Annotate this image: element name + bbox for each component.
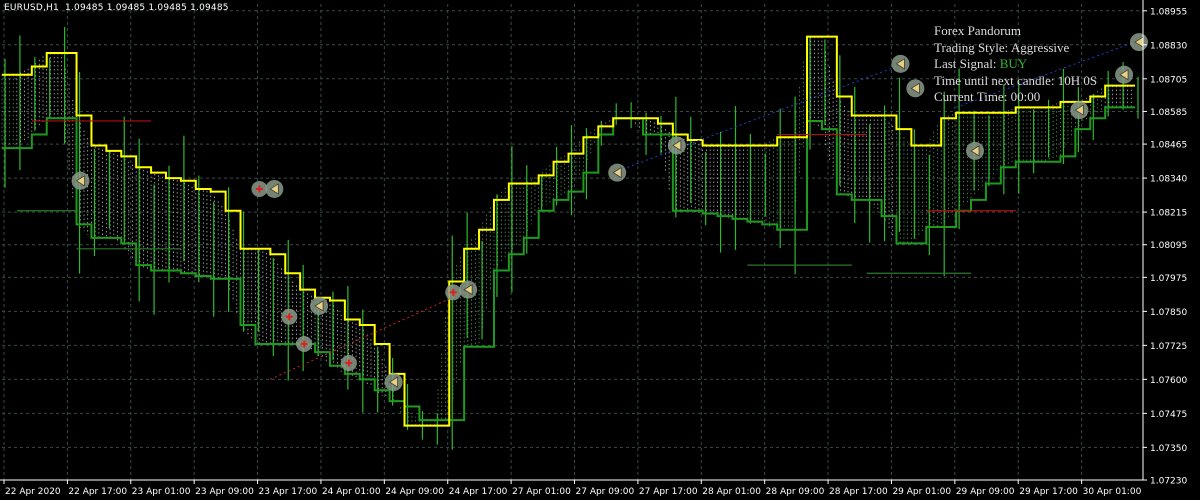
buy-arrow-marker	[459, 280, 478, 299]
sell-markers	[251, 180, 462, 372]
time-tick-label: 29 Apr 01:00	[892, 487, 951, 497]
buy-arrow-marker	[667, 136, 686, 155]
price-tick-label: 1.07230	[1150, 477, 1187, 487]
time-axis: 22 Apr 2020 22 Apr 17:00 23 Apr 01:00 23 Ap…	[3, 480, 1142, 497]
ohlc-values: 1.09485 1.09485 1.09485 1.09485	[65, 3, 229, 13]
time-tick-label: 27 Apr 01:00	[512, 487, 571, 497]
time-tick-label: 28 Apr 01:00	[702, 487, 761, 497]
last-signal-value: BUY	[999, 56, 1028, 71]
sell-cross-marker	[296, 336, 313, 352]
buy-arrow-marker	[608, 163, 627, 182]
symbol-header: EURUSD,H1 1.09485 1.09485 1.09485 1.0948…	[4, 3, 229, 13]
sell-cross-marker	[340, 355, 357, 372]
time-tick-label: 24 Apr 01:00	[322, 487, 381, 497]
buy-arrow-marker	[891, 54, 910, 73]
symbol-name: EURUSD,H1	[4, 3, 59, 13]
buy-arrow-marker	[906, 79, 925, 98]
last-signal-label: Last Signal:	[934, 56, 997, 71]
price-tick-label: 1.07975	[1150, 274, 1187, 284]
price-tick-label: 1.07850	[1150, 308, 1187, 318]
time-tick-label: 24 Apr 17:00	[449, 487, 508, 497]
time-until-value: 10H 0S	[1057, 72, 1098, 88]
time-tick-label: 22 Apr 2020	[5, 487, 61, 497]
trading-style-row: Trading Style: Aggressive	[934, 40, 1097, 57]
time-tick-label: 23 Apr 09:00	[195, 487, 254, 497]
current-time-row: Current Time: 00:00	[934, 89, 1097, 106]
buy-arrow-marker	[1130, 33, 1148, 52]
price-tick-label: 1.08465	[1150, 141, 1187, 151]
panel-title: Forex Pandorum	[934, 23, 1022, 38]
time-tick-label: 23 Apr 17:00	[259, 487, 318, 497]
time-tick-label: 29 Apr 17:00	[1019, 487, 1078, 497]
buy-arrow-marker	[1115, 65, 1134, 84]
time-tick-label: 28 Apr 17:00	[829, 487, 888, 497]
trend-line	[613, 66, 897, 174]
time-tick-label: 30 Apr 01:00	[1083, 487, 1142, 497]
time-tick-label: 28 Apr 09:00	[766, 487, 825, 497]
price-tick-label: 1.08215	[1150, 209, 1187, 219]
price-tick-label: 1.08830	[1150, 41, 1187, 51]
buy-arrow-marker	[71, 171, 90, 190]
sell-cross-marker	[281, 308, 298, 325]
time-tick-label: 27 Apr 17:00	[639, 487, 698, 497]
current-time-label: Current Time:	[934, 89, 1008, 104]
time-until-row: Time until next candle: 10H 0S	[934, 73, 1097, 90]
price-tick-label: 1.07350	[1150, 444, 1187, 454]
last-signal-row: Last Signal: BUY	[934, 56, 1097, 73]
time-tick-label: 29 Apr 09:00	[956, 487, 1015, 497]
price-tick-label: 1.08340	[1150, 175, 1187, 185]
time-tick-label: 22 Apr 17:00	[68, 487, 127, 497]
trading-style-value: Aggressive	[1010, 39, 1070, 55]
price-tick-label: 1.08095	[1150, 241, 1187, 251]
buy-arrow-marker	[265, 179, 284, 198]
price-tick-label: 1.08955	[1150, 7, 1187, 17]
sell-cross-marker	[251, 180, 268, 197]
buy-arrow-marker	[310, 296, 329, 315]
price-tick-label: 1.07475	[1150, 410, 1187, 420]
time-tick-label: 27 Apr 09:00	[576, 487, 635, 497]
buy-arrow-marker	[966, 141, 985, 160]
time-until-label: Time until next candle:	[934, 72, 1055, 88]
time-tick-label: 23 Apr 01:00	[132, 487, 191, 497]
trading-style-label: Trading Style:	[934, 39, 1009, 55]
time-tick-label: 24 Apr 09:00	[385, 487, 444, 497]
buy-arrow-marker	[384, 373, 403, 392]
price-tick-label: 1.07600	[1150, 376, 1187, 386]
price-axis: 1.08955 1.08830 1.08705 1.08585 1.08465 1.083…	[1143, 7, 1187, 487]
trend-line	[270, 291, 465, 380]
info-panel: Forex Pandorum Trading Style: Aggressive…	[934, 23, 1097, 106]
price-tick-label: 1.07725	[1150, 342, 1187, 352]
current-time-value: 00:00	[1010, 89, 1041, 104]
price-tick-label: 1.08585	[1150, 108, 1187, 118]
sell-cross-marker	[445, 284, 462, 301]
price-tick-label: 1.08705	[1150, 75, 1187, 85]
